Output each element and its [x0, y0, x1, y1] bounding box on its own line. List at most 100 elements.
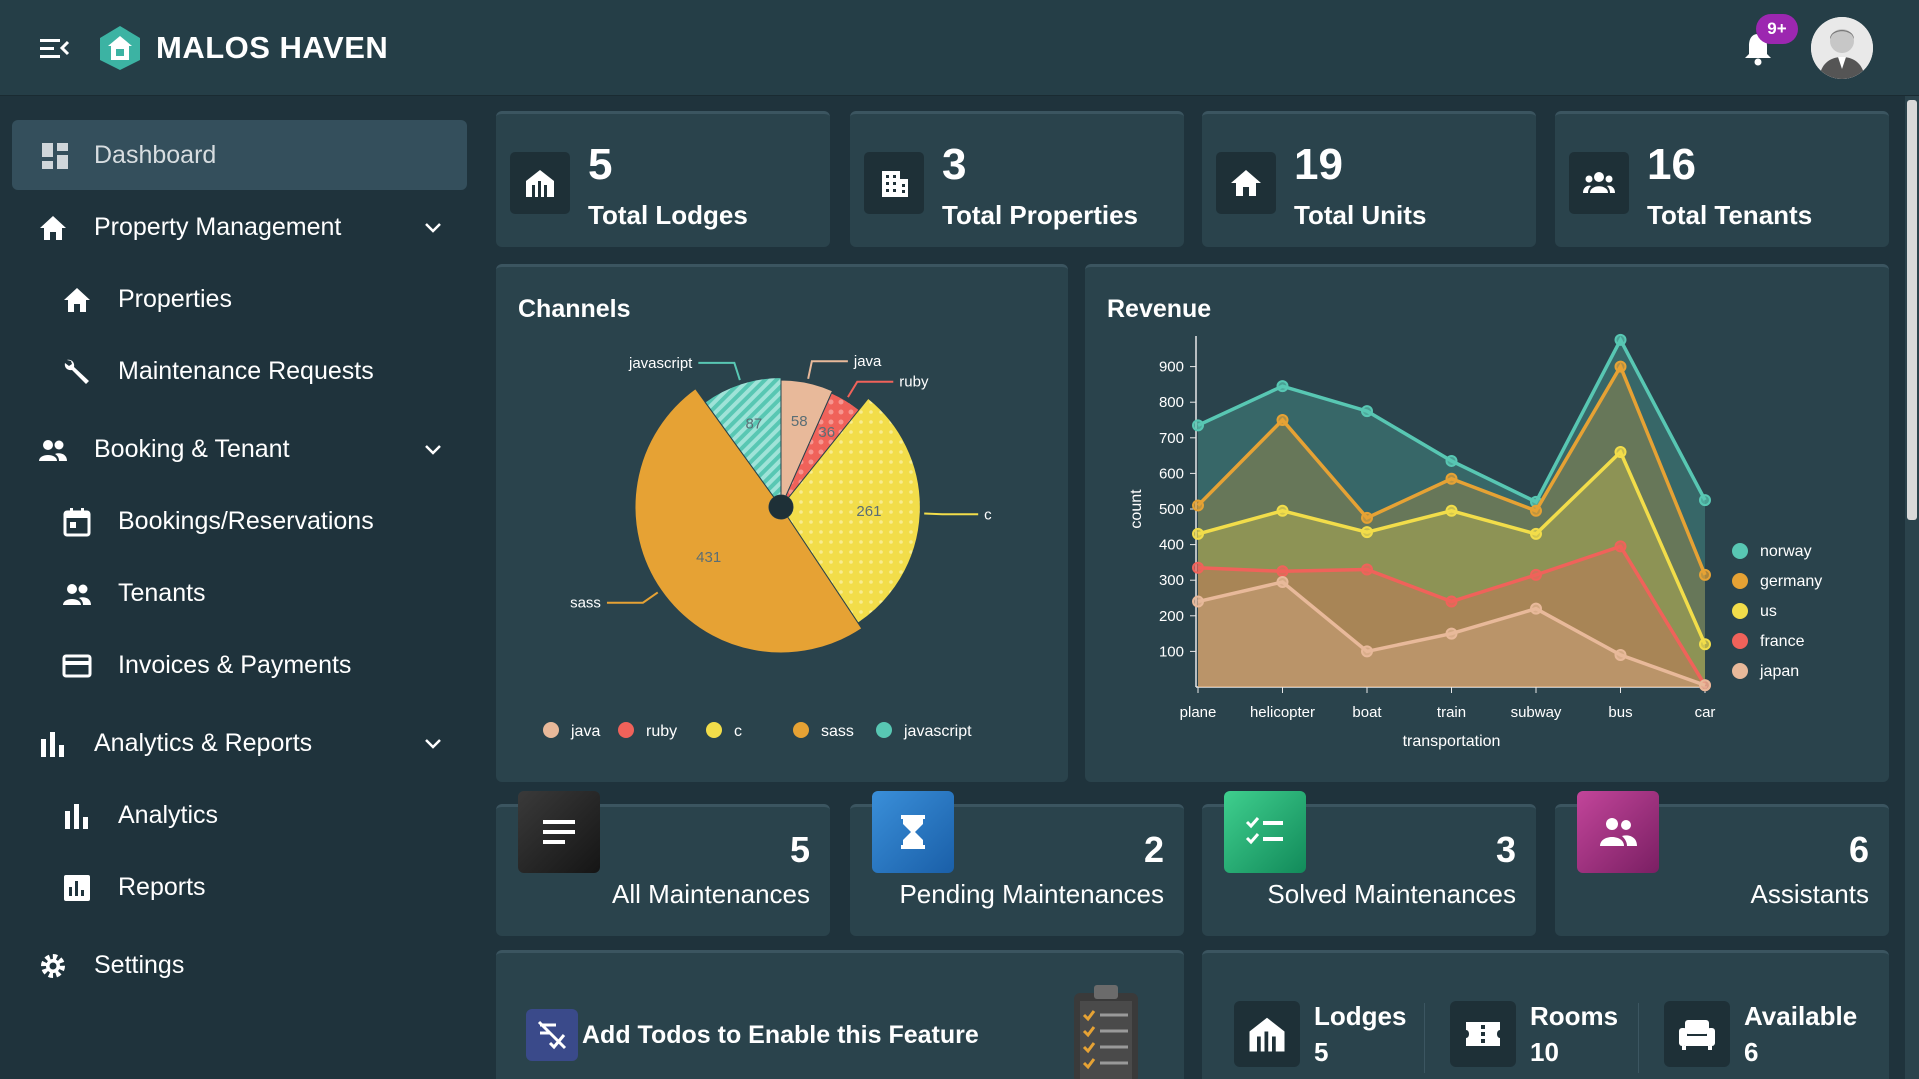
data-point-japan: [1192, 595, 1204, 608]
sidebar-item-label: Properties: [118, 285, 232, 313]
legend-label: ruby: [646, 723, 677, 740]
y-tick-label: 300: [1159, 572, 1184, 589]
legend-swatch-france: [1732, 633, 1748, 649]
maintenance-value: 3: [1495, 829, 1516, 870]
home-icon: [40, 216, 66, 240]
maintenance-card-pending[interactable]: 2 Pending Maintenances: [850, 791, 1184, 936]
sidebar-item-tenants[interactable]: Tenants: [12, 558, 467, 628]
sidebar-item-label: Settings: [94, 951, 185, 979]
group-icon-box: [1577, 791, 1659, 873]
y-tick-label: 600: [1159, 465, 1184, 482]
stat-card-tenants[interactable]: 16 Total Tenants: [1555, 111, 1889, 247]
sidebar-item-label: Tenants: [118, 579, 206, 607]
chevron-down-icon[interactable]: [422, 438, 444, 460]
data-point-france: [1361, 563, 1373, 576]
sidebar-item-property-management[interactable]: Property Management: [12, 192, 467, 262]
avatar[interactable]: [1811, 17, 1873, 79]
people-icon: [39, 440, 67, 461]
maintenance-card-all[interactable]: 5 All Maintenances: [496, 791, 830, 936]
data-point-us: [1699, 638, 1711, 651]
wrench-icon: [64, 359, 89, 384]
data-point-japan: [1361, 645, 1373, 658]
data-point-germany: [1192, 499, 1204, 512]
sidebar-item-maintenance-requests[interactable]: Maintenance Requests: [12, 336, 467, 406]
data-point-us: [1614, 446, 1627, 459]
data-point-japan: [1445, 627, 1458, 640]
credit-card-icon: [62, 654, 92, 678]
x-tick-label: subway: [1511, 704, 1562, 721]
channels-pie-chart: 58 java 36 ruby 261 c 431 sass 87 javascript java…: [543, 353, 992, 740]
sidebar-item-analytics-reports[interactable]: Analytics & Reports: [12, 708, 467, 778]
menu-collapse-icon[interactable]: [38, 34, 70, 62]
chevron-down-icon[interactable]: [422, 216, 444, 238]
stat-value: 19: [1294, 140, 1343, 189]
data-point-germany: [1445, 472, 1458, 485]
sidebar-item-label: Bookings/Reservations: [118, 507, 374, 535]
x-axis-title: transportation: [1403, 733, 1501, 750]
sidebar-item-label: Property Management: [94, 213, 342, 241]
lodge-icon: [526, 170, 554, 197]
summary-value: 5: [1314, 1037, 1329, 1067]
sidebar-item-booking-tenant[interactable]: Booking & Tenant: [12, 414, 467, 484]
y-axis-title: count: [1128, 489, 1145, 529]
maintenance-card-assistants[interactable]: 6 Assistants: [1555, 791, 1889, 936]
summary-card: Lodges 5 Rooms 10 Available 6: [1202, 950, 1889, 1079]
divider: [1424, 1003, 1425, 1073]
pie-value-label: 87: [746, 415, 763, 432]
checklist-icon: [1245, 817, 1283, 845]
revenue-area-chart: 100 200 300 400 500 600 700 800 900 plane helicopt…: [1128, 333, 1822, 750]
house-logo-icon: [100, 26, 140, 70]
pie-value-label: 431: [696, 549, 721, 566]
building-icon: [882, 171, 908, 197]
summary-value: 6: [1744, 1037, 1759, 1067]
data-point-us: [1445, 504, 1458, 517]
legend-swatch-javascript: [876, 722, 892, 738]
sidebar-item-analytics[interactable]: Analytics: [12, 780, 467, 850]
stat-card-lodges[interactable]: 5 Total Lodges: [496, 111, 830, 247]
home-icon: [1231, 170, 1261, 196]
scrollbar-thumb[interactable]: [1907, 100, 1917, 520]
sidebar-item-label: Maintenance Requests: [118, 357, 374, 385]
pie-leader-line: [924, 512, 979, 516]
pie-leader-line: [606, 591, 659, 604]
building-icon-box: [864, 152, 924, 214]
maintenance-value: 2: [1143, 829, 1164, 870]
legend-label: us: [1760, 603, 1777, 620]
checklist-icon-box: [1224, 791, 1306, 873]
stat-value: 16: [1647, 140, 1696, 189]
sidebar: Dashboard Property Management Properties…: [0, 97, 478, 1079]
stat-label: Total Properties: [942, 200, 1139, 230]
sidebar-item-reports[interactable]: Reports: [12, 852, 467, 922]
x-tick-label: boat: [1352, 704, 1382, 721]
legend-label: sass: [821, 723, 854, 740]
lodge-icon-box: [1234, 1001, 1300, 1067]
data-point-norway: [1361, 405, 1373, 418]
revenue-card: Revenue 100 200 300 400 500 600 700 800 900 plane…: [1085, 264, 1889, 782]
chevron-down-icon[interactable]: [422, 732, 444, 754]
sidebar-item-label: Reports: [118, 873, 206, 901]
data-point-us: [1192, 527, 1204, 540]
calendar-icon: [63, 508, 91, 537]
maintenance-card-solved[interactable]: 3 Solved Maintenances: [1202, 791, 1536, 936]
channels-card: Channels 58 java 36 ruby 261 c 431 sass 87 javasc…: [496, 264, 1068, 782]
maintenance-value: 5: [789, 829, 810, 870]
data-point-norway: [1276, 380, 1289, 393]
legend-label: java: [570, 723, 600, 740]
sidebar-item-properties[interactable]: Properties: [12, 264, 467, 334]
sofa-icon: [1679, 1020, 1715, 1050]
data-point-france: [1530, 568, 1542, 581]
notes-icon-box: [518, 791, 600, 873]
maintenance-label: Solved Maintenances: [1267, 879, 1516, 909]
stat-card-properties[interactable]: 3 Total Properties: [850, 111, 1184, 247]
sidebar-item-dashboard[interactable]: Dashboard: [12, 120, 467, 190]
sidebar-item-invoices-payments[interactable]: Invoices & Payments: [12, 630, 467, 700]
sidebar-item-bookings-reservations[interactable]: Bookings/Reservations: [12, 486, 467, 556]
data-point-germany: [1276, 414, 1289, 426]
bar-chart-icon: [65, 804, 88, 829]
stat-card-units[interactable]: 19 Total Units: [1202, 111, 1536, 247]
summary-value: 10: [1530, 1037, 1559, 1067]
pie-value-label: 261: [856, 503, 881, 520]
ticket-icon-box: [1450, 1001, 1516, 1067]
sidebar-item-settings[interactable]: Settings: [12, 930, 467, 1000]
legend-label: japan: [1759, 663, 1799, 680]
